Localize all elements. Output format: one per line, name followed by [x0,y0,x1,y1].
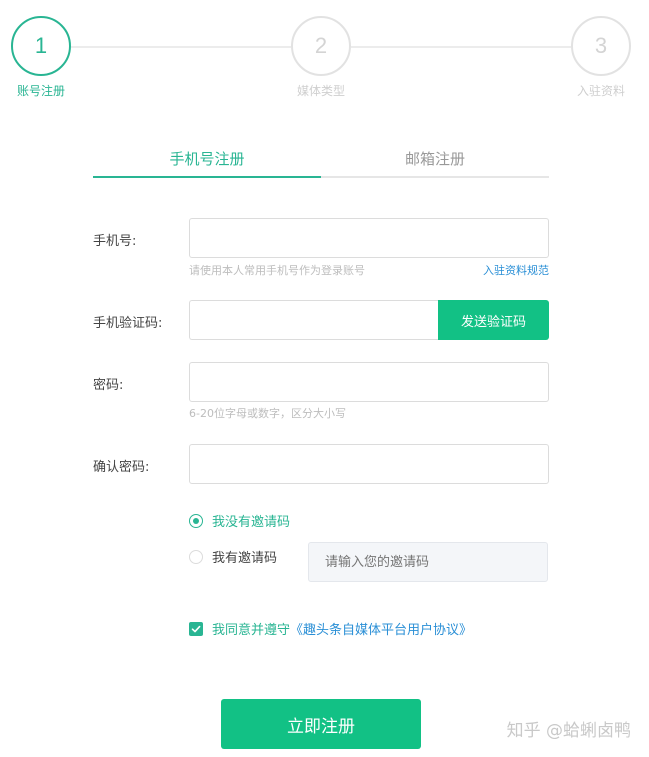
tab-phone-registration[interactable]: 手机号注册 [93,140,321,178]
step-media-type: 2 媒体类型 [276,16,366,99]
agreement-checkbox[interactable] [189,621,203,636]
radio-unchecked-icon [189,549,203,564]
has-invite-code-label: 我有邀请码 [212,551,278,566]
code-label: 手机验证码: [93,316,163,331]
step-label: 账号注册 [16,84,65,98]
step-profile-info: 3 入驻资料 [556,16,646,99]
step-progress: 1 账号注册 2 媒体类型 3 入驻资料 [0,0,649,110]
user-protocol-link[interactable]: 《趣头条自媒体平台用户协议》 [290,619,472,638]
step-connector [351,46,571,48]
phone-input[interactable] [189,218,549,258]
step-account-registration: 1 账号注册 [0,16,86,99]
step-connector [71,46,291,48]
registration-tabs: 手机号注册 邮箱注册 [93,140,549,178]
checkmark-icon [191,625,201,632]
step-number: 2 [291,16,351,76]
send-code-button[interactable]: 发送验证码 [438,300,549,340]
step-number: 1 [11,16,71,76]
rules-link[interactable]: 入驻资料规范 [483,262,549,278]
confirm-password-label: 确认密码: [93,460,150,475]
step-number: 3 [571,16,631,76]
register-now-button[interactable]: 立即注册 [221,699,421,749]
agreement-row: 我同意并遵守 《趣头条自媒体平台用户协议》 [189,619,472,638]
no-invite-code-label: 我没有邀请码 [212,515,291,530]
confirm-password-input[interactable] [189,444,549,484]
step-label: 媒体类型 [296,84,345,98]
has-invite-code-option[interactable]: 我有邀请码 [189,547,277,566]
password-hint: 6-20位字母或数字，区分大小写 [189,407,346,420]
invite-code-input[interactable] [308,542,548,582]
password-label: 密码: [93,378,124,393]
phone-hint: 请使用本人常用手机号作为登录账号 [189,264,365,277]
code-input[interactable] [189,300,439,340]
tab-email-registration[interactable]: 邮箱注册 [321,140,549,176]
password-input[interactable] [189,362,549,402]
watermark-text: 知乎 @蛤蜊卤鸭 [506,721,631,741]
agreement-text: 我同意并遵守 [212,623,291,638]
step-label: 入驻资料 [576,84,625,98]
phone-label: 手机号: [93,234,137,249]
radio-checked-icon [189,513,203,528]
no-invite-code-option[interactable]: 我没有邀请码 [189,511,290,530]
